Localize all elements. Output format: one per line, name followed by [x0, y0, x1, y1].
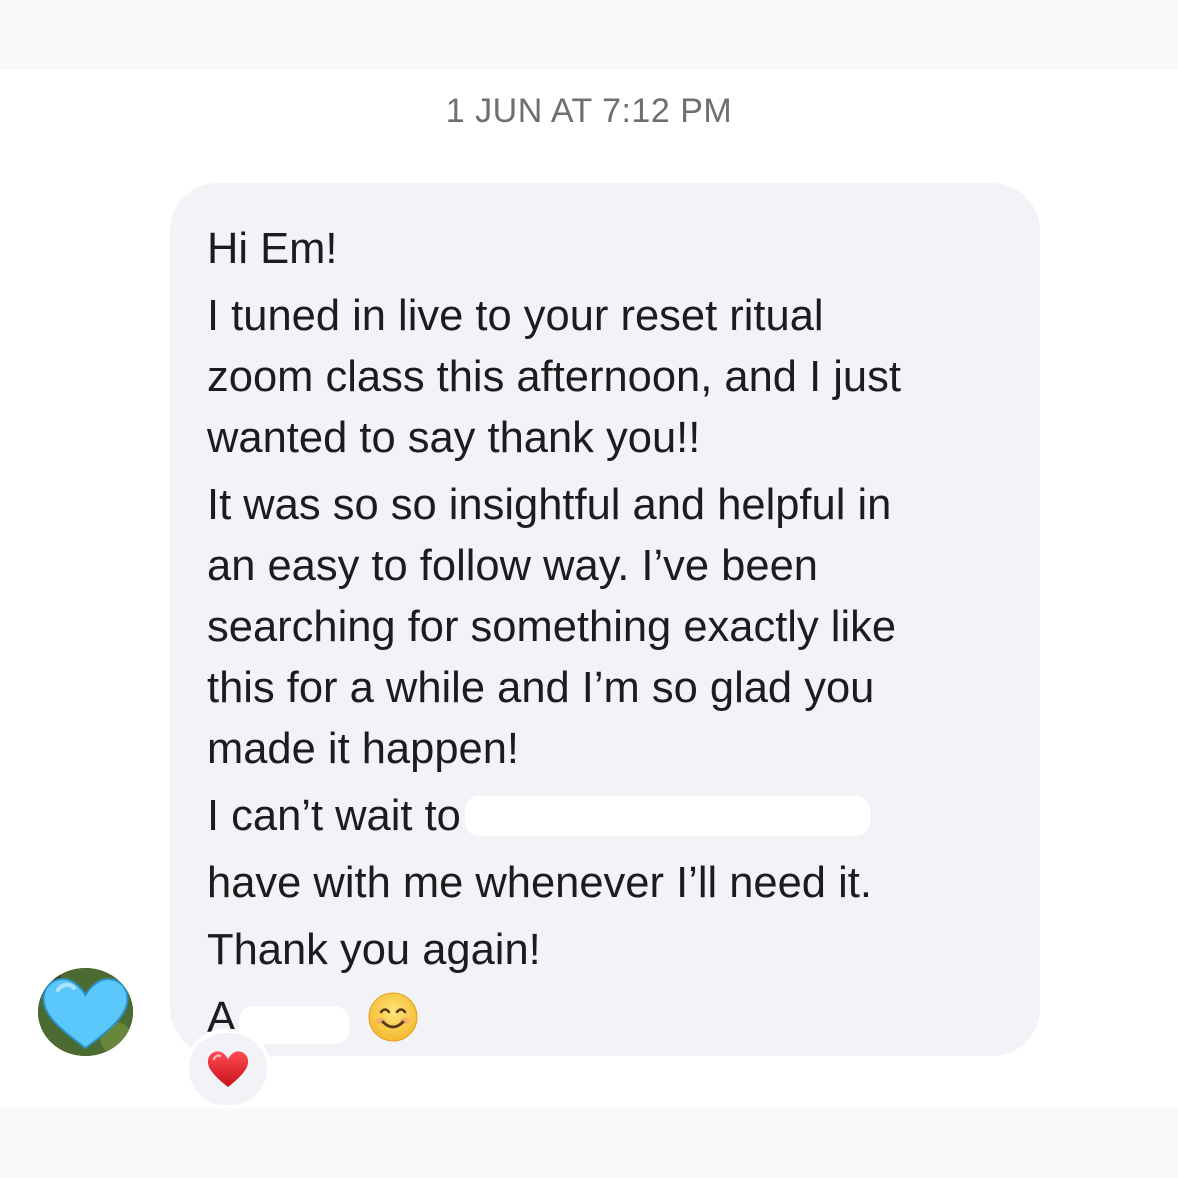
heart-reaction[interactable] [185, 1029, 271, 1109]
smiling-face-emoji-icon [367, 991, 419, 1043]
message-thanks: Thank you again! [207, 926, 541, 974]
message-text: I can’t wait to [207, 792, 461, 840]
message-line: made it happen! [207, 725, 519, 773]
message-timestamp: 1 JUN AT 7:12 PM [445, 92, 733, 130]
light-blue-heart-icon [38, 968, 133, 1056]
red-heart-icon [207, 1051, 249, 1087]
redaction-block [464, 796, 870, 836]
sender-avatar[interactable] [38, 968, 133, 1056]
message-line: It was so so insightful and helpful in [207, 481, 892, 529]
message-line: I tuned in live to your reset ritual [207, 292, 824, 340]
message-line-redacted: I can’t wait to [207, 786, 1010, 847]
message-line: wanted to say thank you!! [207, 414, 701, 462]
message-line: searching for something exactly like [207, 603, 897, 651]
message-bubble[interactable]: Hi Em! I tuned in live to your reset rit… [170, 183, 1040, 1056]
message-greeting: Hi Em! [207, 225, 338, 273]
bottom-bar [0, 1108, 1178, 1178]
message-line: this for a while and I’m so glad you [207, 664, 875, 712]
message-line: have with me whenever I’ll need it. [207, 859, 872, 907]
message-signature: A [207, 988, 1010, 1049]
top-bar [0, 0, 1178, 70]
message-line: zoom class this afternoon, and I just [207, 353, 901, 401]
message-line: an easy to follow way. I’ve been [207, 542, 818, 590]
